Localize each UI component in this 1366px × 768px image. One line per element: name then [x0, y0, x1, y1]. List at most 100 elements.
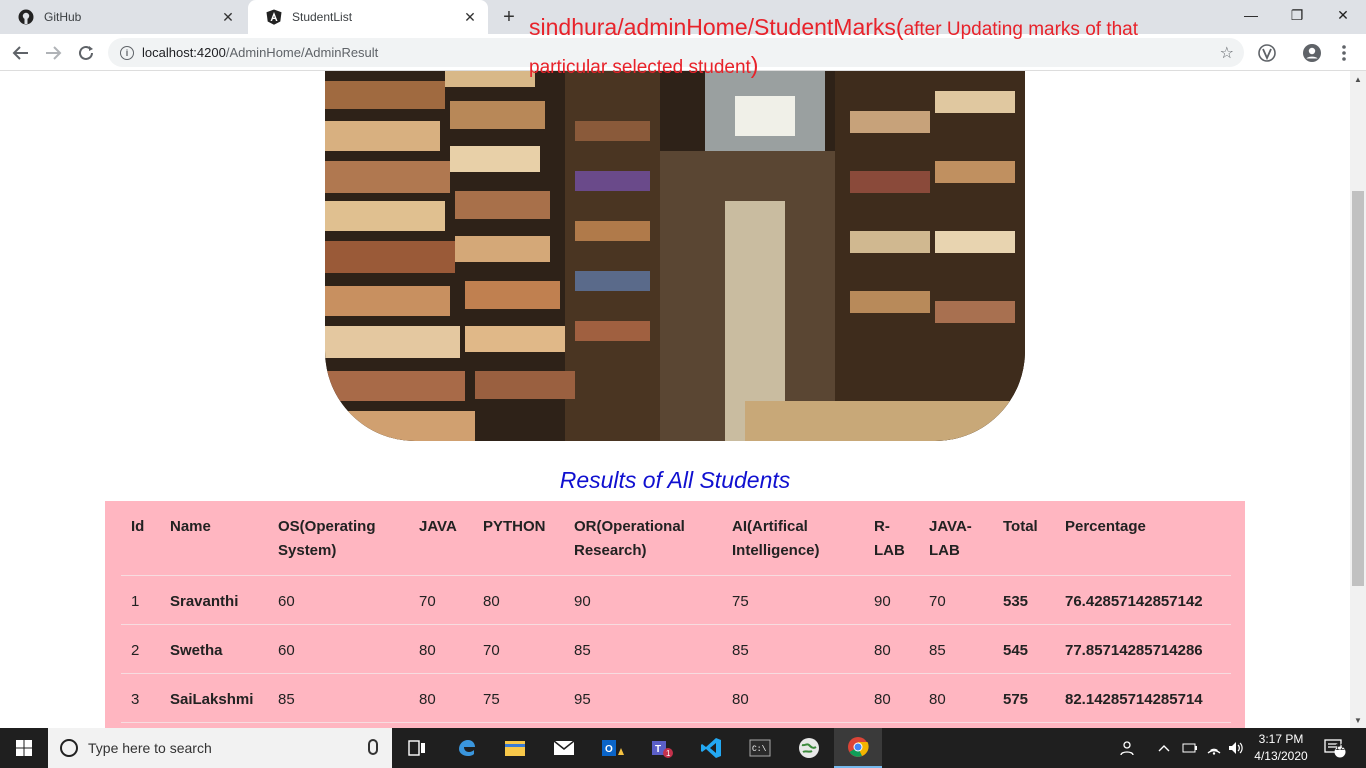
header-rlab: R-LAB	[864, 501, 919, 576]
table-header-row: Id Name OS(Operating System) JAVA PYTHON…	[121, 501, 1231, 576]
notifications-icon[interactable]: 12	[1324, 728, 1346, 768]
cell-javalab: 70	[919, 575, 993, 625]
header-java: JAVA	[409, 501, 473, 576]
cell-or: 90	[564, 575, 722, 625]
menu-dots-icon[interactable]	[1334, 43, 1354, 63]
mail-icon[interactable]	[540, 728, 588, 768]
cell-python: 75	[473, 673, 564, 723]
terminal-icon[interactable]: C:\	[736, 728, 784, 768]
cell-ai: 85	[722, 624, 864, 674]
chevron-up-icon[interactable]	[1158, 728, 1170, 768]
cell-id: 3	[121, 673, 160, 723]
taskbar-search[interactable]: Type here to search	[48, 728, 392, 768]
close-icon[interactable]: ✕	[462, 9, 478, 25]
cell-total: 575	[993, 673, 1055, 723]
cell-name: Swetha	[160, 624, 268, 674]
back-button[interactable]	[8, 40, 34, 66]
arrow-left-icon	[12, 46, 28, 60]
close-icon[interactable]: ✕	[220, 9, 236, 25]
header-os: OS(Operating System)	[268, 501, 409, 576]
forward-button[interactable]	[40, 40, 66, 66]
cell-python: 80	[473, 575, 564, 625]
tab-github[interactable]: GitHub ✕	[0, 0, 246, 34]
cell-percentage: 76.42857142857142	[1055, 575, 1231, 625]
header-total: Total	[993, 501, 1055, 576]
cell-java: 80	[409, 673, 473, 723]
header-javalab: JAVA-LAB	[919, 501, 993, 576]
header-python: PYTHON	[473, 501, 564, 576]
angular-icon	[266, 9, 282, 25]
volume-icon[interactable]	[1228, 728, 1244, 768]
cell-percentage: 82.14285714285714	[1055, 673, 1231, 723]
globe-app-icon[interactable]	[785, 728, 833, 768]
library-image	[325, 71, 1025, 441]
cell-ai: 80	[722, 673, 864, 723]
start-button[interactable]	[0, 728, 48, 768]
maximize-button[interactable]: ❐	[1274, 0, 1320, 30]
clock-date: 4/13/2020	[1254, 749, 1308, 763]
cell-or: 95	[564, 673, 722, 723]
cell-name: Sravanthi	[160, 575, 268, 625]
header-name: Name	[160, 501, 268, 576]
clock-time: 3:17 PM	[1258, 732, 1304, 746]
system-clock[interactable]: 3:17 PM 4/13/2020	[1246, 731, 1316, 765]
info-icon[interactable]: i	[120, 45, 134, 60]
page-scrollbar[interactable]: ▲ ▼	[1350, 71, 1366, 728]
microphone-icon[interactable]	[368, 739, 378, 755]
close-window-button[interactable]: ✕	[1320, 0, 1366, 30]
arrow-right-icon	[46, 46, 62, 60]
table-row: 1 Sravanthi 60 70 80 90 75 90 70 535 76.…	[121, 575, 1231, 625]
reload-button[interactable]	[73, 40, 99, 66]
chrome-icon[interactable]	[834, 728, 882, 768]
cell-javalab: 80	[919, 673, 993, 723]
header-id: Id	[121, 501, 160, 576]
svg-text:O: O	[605, 744, 613, 755]
extension-v-icon[interactable]	[1257, 43, 1277, 63]
header-percentage: Percentage	[1055, 501, 1231, 576]
cell-name: SaiLakshmi	[160, 673, 268, 723]
cell-java: 80	[409, 624, 473, 674]
minimize-button[interactable]: —	[1228, 0, 1274, 30]
reload-icon	[79, 45, 93, 60]
annotation-close: )	[750, 52, 759, 78]
header-or: OR(Operational Research)	[564, 501, 722, 576]
vscode-icon[interactable]	[687, 728, 735, 768]
cell-or: 85	[564, 624, 722, 674]
cell-python: 70	[473, 624, 564, 674]
svg-text:C:\: C:\	[752, 745, 767, 754]
table-row: 2 Swetha 60 80 70 85 85 80 85 545 77.857…	[121, 624, 1231, 674]
star-icon[interactable]: ☆	[1220, 43, 1234, 63]
cell-os: 85	[268, 673, 409, 723]
search-placeholder: Type here to search	[88, 740, 212, 756]
url-text: localhost:4200/AdminHome/AdminResult	[142, 45, 379, 60]
github-icon	[18, 9, 34, 25]
page-content: Results of All Students Id Name OS(Opera…	[0, 71, 1350, 728]
cell-total: 545	[993, 624, 1055, 674]
battery-icon[interactable]	[1182, 728, 1198, 768]
cell-percentage: 77.85714285714286	[1055, 624, 1231, 674]
edge-icon[interactable]	[443, 728, 491, 768]
tab-studentlist[interactable]: StudentList ✕	[248, 0, 488, 34]
cortana-icon	[60, 739, 78, 757]
results-table: Id Name OS(Operating System) JAVA PYTHON…	[121, 501, 1231, 723]
annotation-main: sindhura/adminHome/StudentMarks(	[529, 14, 904, 40]
teams-icon[interactable]: T1	[638, 728, 686, 768]
cell-rlab: 80	[864, 624, 919, 674]
svg-text:T: T	[655, 744, 661, 755]
cell-os: 60	[268, 575, 409, 625]
outlook-icon[interactable]: O	[589, 728, 637, 768]
wifi-icon[interactable]	[1206, 728, 1222, 768]
people-icon[interactable]	[1120, 728, 1138, 768]
scroll-down-arrow-icon[interactable]: ▼	[1350, 712, 1366, 728]
file-explorer-icon[interactable]	[491, 728, 539, 768]
task-view-icon[interactable]	[393, 728, 441, 768]
profile-icon[interactable]	[1302, 43, 1322, 63]
scroll-thumb[interactable]	[1352, 191, 1364, 586]
header-ai: AI(Artifical Intelligence)	[722, 501, 864, 576]
results-table-container: Id Name OS(Operating System) JAVA PYTHON…	[105, 501, 1245, 728]
new-tab-button[interactable]: +	[498, 6, 520, 28]
cell-ai: 75	[722, 575, 864, 625]
cell-rlab: 80	[864, 673, 919, 723]
cell-total: 535	[993, 575, 1055, 625]
scroll-up-arrow-icon[interactable]: ▲	[1350, 71, 1366, 87]
